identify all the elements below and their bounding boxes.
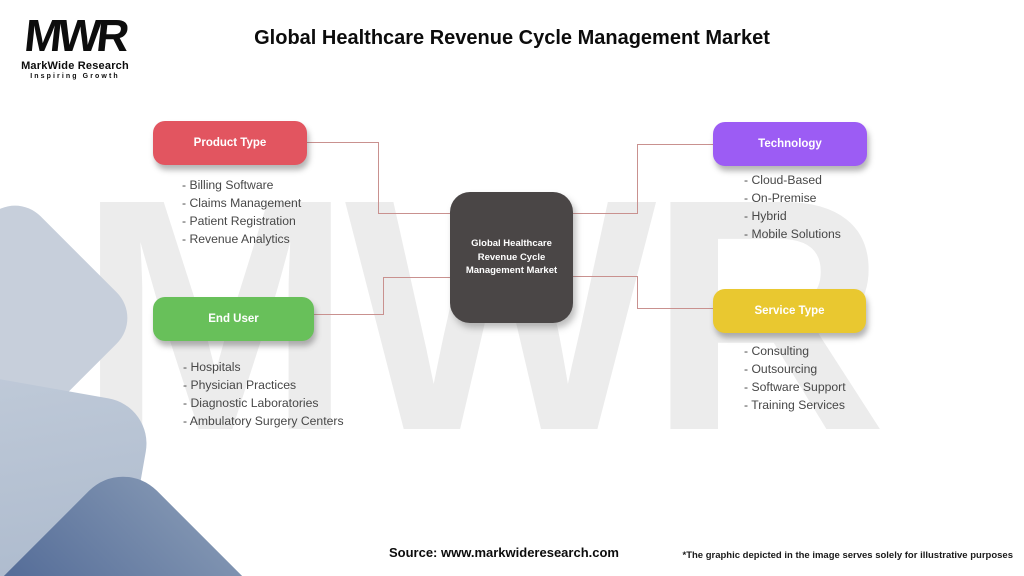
list-item: - Claims Management — [182, 196, 302, 210]
page-title: Global Healthcare Revenue Cycle Manageme… — [254, 27, 770, 49]
center-node: Global Healthcare Revenue Cycle Manageme… — [450, 192, 573, 323]
category-label-product-type: Product Type — [193, 137, 267, 149]
connector-technology — [637, 144, 638, 214]
center-node-label: Global Healthcare Revenue Cycle Manageme… — [465, 238, 558, 277]
connector-product-type — [305, 142, 379, 143]
list-item: - On-Premise — [744, 191, 817, 205]
list-item: - Revenue Analytics — [182, 232, 290, 246]
category-box-end-user: End User — [153, 297, 314, 341]
list-item: - Cloud-Based — [744, 173, 822, 187]
connector-end-user — [313, 314, 383, 315]
category-label-service-type: Service Type — [754, 305, 825, 317]
list-item: - Diagnostic Laboratories — [183, 396, 319, 410]
disclaimer-text: *The graphic depicted in the image serve… — [682, 550, 1014, 561]
category-list-technology: - Cloud-Based - On-Premise - Hybrid - Mo… — [744, 171, 841, 243]
list-item: - Consulting — [744, 344, 810, 358]
category-list-product-type: - Billing Software - Claims Management -… — [182, 176, 301, 248]
infographic-canvas: MWR MWR MarkWide Research Inspiring Grow… — [0, 0, 1024, 576]
category-list-end-user: - Hospitals - Physician Practices - Diag… — [183, 358, 344, 430]
logo-tagline: Inspiring Growth — [30, 72, 120, 80]
connector-end-user — [383, 277, 384, 315]
connector-service-type — [637, 276, 638, 309]
list-item: - Patient Registration — [182, 214, 296, 228]
category-list-service-type: - Consulting - Outsourcing - Software Su… — [744, 342, 846, 414]
connector-service-type — [637, 308, 714, 309]
list-item: - Physician Practices — [183, 378, 297, 392]
category-box-service-type: Service Type — [713, 289, 866, 333]
list-item: - Ambulatory Surgery Centers — [183, 414, 344, 428]
category-label-end-user: End User — [208, 313, 259, 325]
connector-technology — [571, 213, 637, 214]
connector-service-type — [571, 276, 637, 277]
category-box-product-type: Product Type — [153, 121, 307, 165]
connector-product-type — [378, 213, 452, 214]
list-item: - Billing Software — [182, 178, 274, 192]
list-item: - Outsourcing — [744, 362, 818, 376]
connector-end-user — [383, 277, 451, 278]
category-label-technology: Technology — [758, 138, 822, 150]
list-item: - Training Services — [744, 398, 845, 412]
list-item: - Hybrid — [744, 209, 787, 223]
connector-technology — [637, 144, 714, 145]
category-box-technology: Technology — [713, 122, 867, 166]
list-item: - Mobile Solutions — [744, 227, 841, 241]
logo-name: MarkWide Research — [21, 59, 129, 72]
list-item: - Software Support — [744, 380, 846, 394]
list-item: - Hospitals — [183, 360, 241, 374]
connector-product-type — [378, 142, 379, 214]
